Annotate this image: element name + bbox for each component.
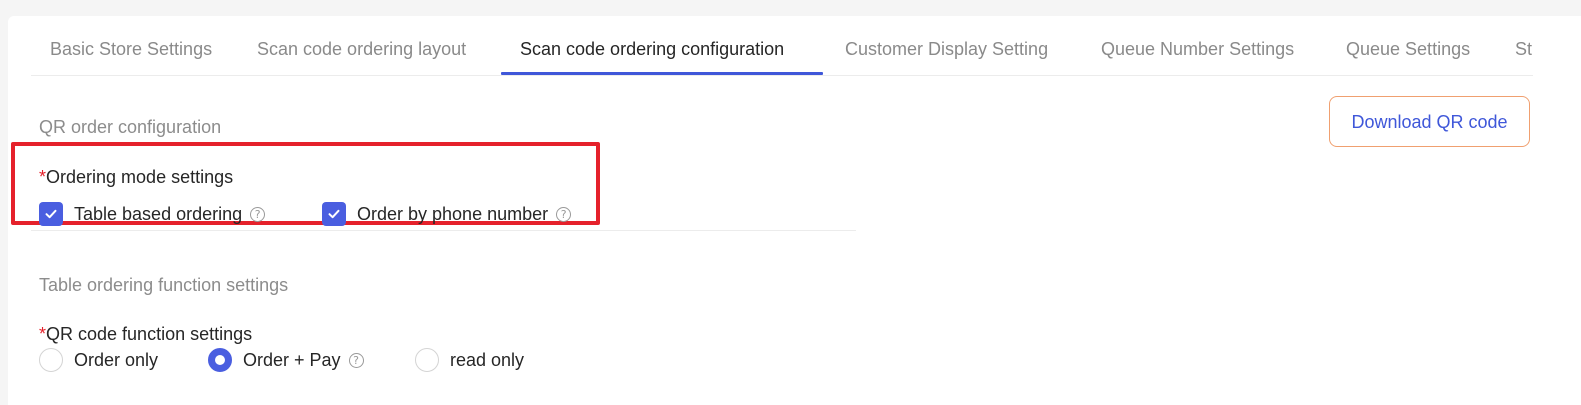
order-only-option[interactable]: Order only xyxy=(39,348,158,372)
order-only-label: Order only xyxy=(74,349,159,370)
order-by-phone-number-option[interactable]: Order by phone number ? xyxy=(322,202,572,226)
order-by-phone-number-label: Order by phone number xyxy=(357,203,549,224)
order-pay-radio[interactable] xyxy=(208,348,232,372)
required-mark: * xyxy=(39,324,47,344)
read-only-option[interactable]: read only xyxy=(415,348,524,372)
qr-code-function-settings-label: *QR code function settings xyxy=(39,324,252,345)
tab-customer-display-setting[interactable]: Customer Display Setting xyxy=(845,30,1048,74)
tab-queue-number-settings[interactable]: Queue Number Settings xyxy=(1101,30,1294,74)
question-circle-icon[interactable]: ? xyxy=(556,206,572,222)
table-ordering-function-settings-title: Table ordering function settings xyxy=(39,275,289,295)
read-only-radio[interactable] xyxy=(415,348,439,372)
tab-scan-code-ordering-layout[interactable]: Scan code ordering layout xyxy=(257,30,466,74)
ordering-mode-label: *Ordering mode settings xyxy=(39,167,233,188)
tab-truncated[interactable]: St xyxy=(1515,30,1532,74)
check-icon xyxy=(328,209,340,219)
settings-tabs: Basic Store Settings Scan code ordering … xyxy=(31,30,1533,76)
tab-basic-store-settings[interactable]: Basic Store Settings xyxy=(50,30,212,74)
order-by-phone-number-checkbox[interactable] xyxy=(322,202,346,226)
table-based-ordering-option[interactable]: Table based ordering ? xyxy=(39,202,266,226)
required-mark: * xyxy=(39,167,47,187)
order-only-radio[interactable] xyxy=(39,348,63,372)
tab-queue-settings[interactable]: Queue Settings xyxy=(1346,30,1470,74)
qr-code-function-settings-label-text: QR code function settings xyxy=(46,324,253,344)
question-circle-icon[interactable]: ? xyxy=(348,352,364,368)
active-tab-indicator xyxy=(501,72,823,75)
order-pay-label: Order + Pay xyxy=(243,349,341,370)
section-divider xyxy=(31,230,856,231)
tab-scan-code-ordering-configuration[interactable]: Scan code ordering configuration xyxy=(520,30,784,74)
question-circle-icon[interactable]: ? xyxy=(250,206,266,222)
table-based-ordering-label: Table based ordering xyxy=(74,203,243,224)
download-qr-code-button[interactable]: Download QR code xyxy=(1329,96,1530,147)
check-icon xyxy=(45,209,57,219)
read-only-label: read only xyxy=(450,349,525,370)
order-pay-option[interactable]: Order + Pay ? xyxy=(208,348,364,372)
table-based-ordering-checkbox[interactable] xyxy=(39,202,63,226)
qr-order-configuration-title: QR order configuration xyxy=(39,117,222,137)
ordering-mode-label-text: Ordering mode settings xyxy=(46,167,234,187)
